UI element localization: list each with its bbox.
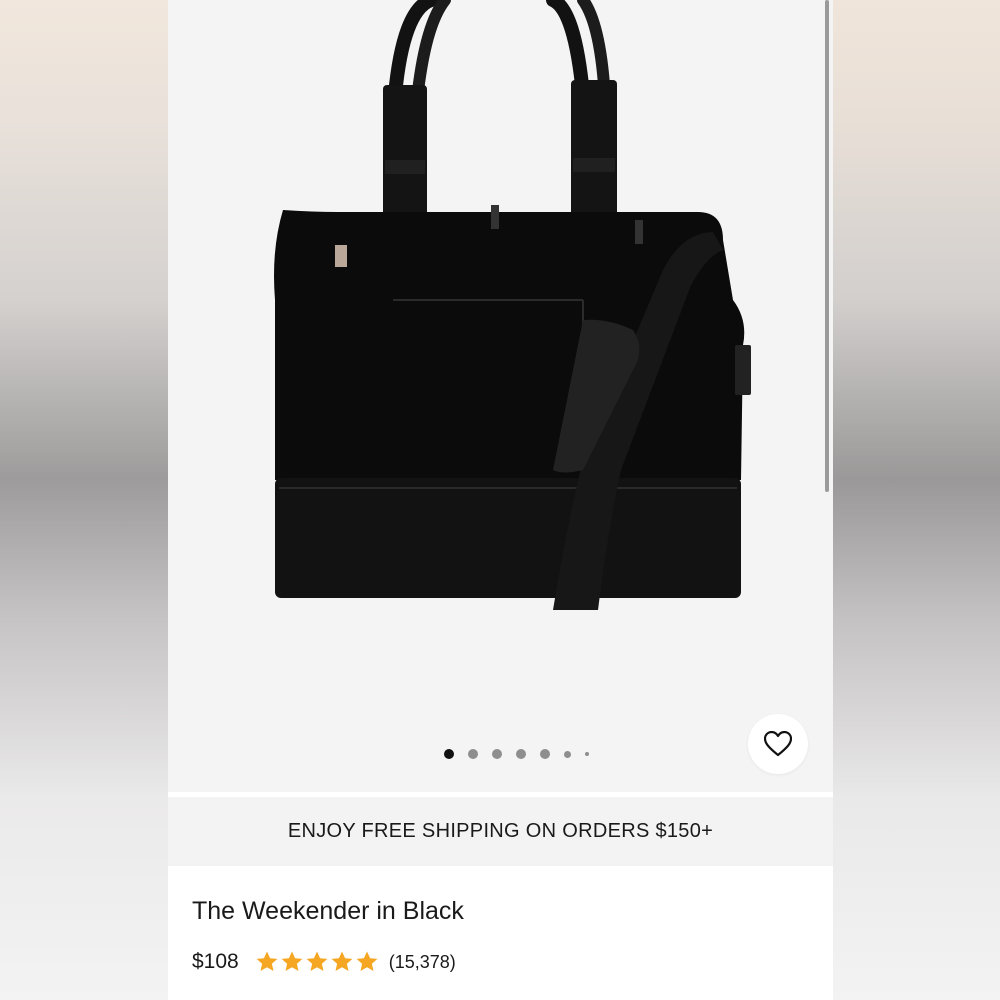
heart-icon — [764, 731, 792, 757]
blurred-backdrop-right — [833, 0, 1000, 1000]
image-pagination-dots[interactable] — [444, 747, 589, 761]
screenshot-frame: ENJOY FREE SHIPPING ON ORDERS $150+ The … — [0, 0, 1000, 1000]
star-icon — [356, 951, 378, 971]
product-image-gallery[interactable] — [168, 0, 833, 792]
pagination-dot[interactable] — [564, 750, 571, 758]
blurred-backdrop-left — [0, 0, 168, 1000]
product-image — [274, 0, 751, 610]
star-icon — [256, 951, 278, 971]
pagination-dot[interactable] — [585, 752, 589, 756]
product-page[interactable]: ENJOY FREE SHIPPING ON ORDERS $150+ The … — [168, 0, 833, 1000]
star-icon — [331, 951, 353, 971]
pagination-dot[interactable] — [468, 749, 478, 759]
star-icon — [306, 951, 328, 971]
favorite-button[interactable] — [748, 714, 808, 774]
pagination-dot[interactable] — [516, 749, 526, 759]
price-rating-row: $108 (15,378) — [192, 948, 456, 976]
banner-text: ENJOY FREE SHIPPING ON ORDERS $150+ — [287, 820, 714, 842]
star-icon — [281, 951, 303, 971]
pagination-dot[interactable] — [492, 749, 502, 759]
scrollbar[interactable] — [825, 0, 829, 492]
review-count[interactable]: (15,378) — [389, 952, 456, 973]
pagination-dot[interactable] — [444, 749, 454, 759]
free-shipping-banner: ENJOY FREE SHIPPING ON ORDERS $150+ — [168, 797, 833, 866]
pagination-dot[interactable] — [540, 749, 550, 759]
product-price: $108 — [192, 950, 239, 973]
product-title: The Weekender in Black — [192, 897, 464, 925]
rating-stars[interactable] — [255, 950, 379, 974]
